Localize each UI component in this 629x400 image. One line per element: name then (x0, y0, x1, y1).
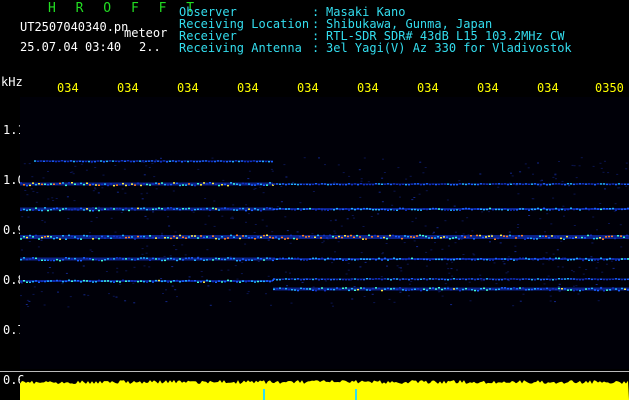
time-tick: 034 (57, 81, 79, 95)
hrofft-screen: H R O F F T UT2507040340.pn meteor 25.07… (0, 0, 629, 400)
info-sep: : (312, 41, 320, 55)
time-tick: 0350 (595, 81, 624, 95)
time-tick: 034 (477, 81, 499, 95)
time-tick: 034 (177, 81, 199, 95)
time-tick: 034 (417, 81, 439, 95)
mode-label: meteor (124, 26, 168, 40)
time-tick: 034 (537, 81, 559, 95)
time-tick: 034 (357, 81, 379, 95)
time-tick: 034 (297, 81, 319, 95)
filename-label: UT2507040340.pn (20, 20, 129, 34)
info-label-antenna: Receiving Antenna (179, 41, 302, 55)
app-title: H R O F F T (48, 1, 201, 16)
freq-unit-label: kHz (1, 75, 23, 89)
time-tick: 034 (117, 81, 139, 95)
info-value-antenna: 3el Yagi(V) Az 330 for Vladivostok (326, 41, 572, 55)
extra-label: 2.. (139, 40, 161, 54)
amplitude-strip (20, 377, 629, 400)
plot-divider (0, 371, 629, 372)
time-tick: 034 (237, 81, 259, 95)
spectrogram-plot (20, 97, 629, 369)
datetime-label: 25.07.04 03:40 (20, 40, 122, 54)
